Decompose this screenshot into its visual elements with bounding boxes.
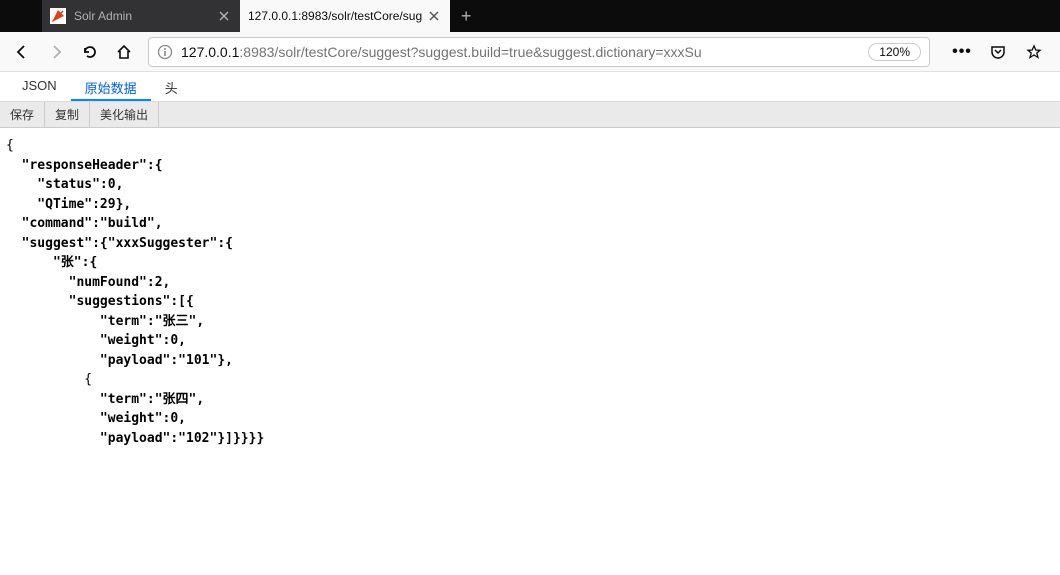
tab-title: 127.0.0.1:8983/solr/testCore/sug [248,9,422,23]
tab-json[interactable]: JSON [8,72,71,101]
json-content: { "responseHeader":{ "status":0, "QTime"… [0,128,1060,456]
action-bar: 保存 复制 美化输出 [0,102,1060,128]
close-icon[interactable] [426,8,442,24]
home-button[interactable] [108,36,140,68]
browser-toolbar: 127.0.0.1:8983/solr/testCore/suggest?sug… [0,32,1060,72]
solr-favicon [50,8,66,24]
tab-headers[interactable]: 头 [151,72,192,101]
zoom-badge[interactable]: 120% [868,43,921,61]
reload-button[interactable] [74,36,106,68]
more-icon[interactable]: ••• [946,36,978,68]
new-tab-button[interactable]: + [450,0,482,32]
json-viewer-tabs: JSON 原始数据 头 [0,72,1060,102]
tab-solr-admin[interactable]: Solr Admin [42,0,240,32]
tab-spacer [0,0,42,32]
tab-current[interactable]: 127.0.0.1:8983/solr/testCore/sug [240,0,450,32]
toolbar-right: ••• [946,36,1050,68]
close-icon[interactable] [216,8,232,24]
forward-button[interactable] [40,36,72,68]
info-icon[interactable] [157,44,173,60]
tab-title: Solr Admin [74,9,212,23]
pocket-icon[interactable] [982,36,1014,68]
save-button[interactable]: 保存 [0,102,45,127]
bookmark-star-icon[interactable] [1018,36,1050,68]
tab-raw-data[interactable]: 原始数据 [71,72,151,101]
url-bar[interactable]: 127.0.0.1:8983/solr/testCore/suggest?sug… [148,37,930,67]
browser-tab-bar: Solr Admin 127.0.0.1:8983/solr/testCore/… [0,0,1060,32]
pretty-print-button[interactable]: 美化输出 [90,102,159,127]
back-button[interactable] [6,36,38,68]
copy-button[interactable]: 复制 [45,102,90,127]
url-text: 127.0.0.1:8983/solr/testCore/suggest?sug… [181,44,860,60]
